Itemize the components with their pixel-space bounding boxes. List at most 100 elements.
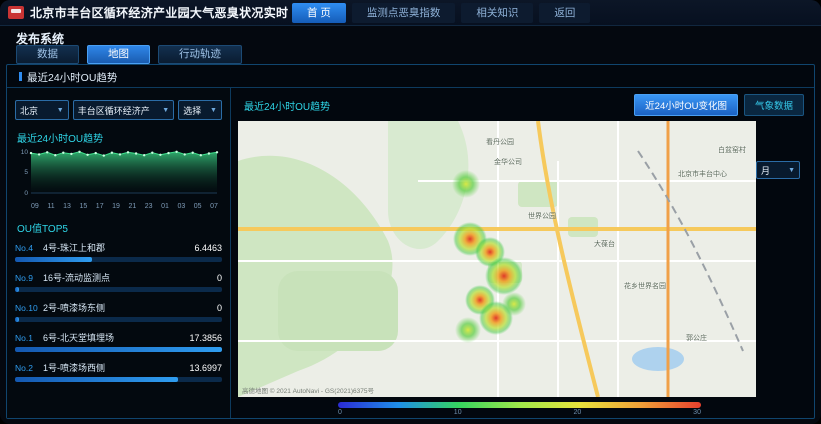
city-select-value: 北京 — [20, 104, 38, 117]
map-label: 金华公司 — [494, 157, 522, 167]
ou-trend-chart-x-labels: 09 11 13 15 17 19 21 23 01 03 05 07 — [15, 203, 222, 210]
map[interactable]: 高德地图 © 2021 AutoNavi - GS(2021)6375号 看丹公… — [238, 121, 756, 397]
top5-bar-fill — [15, 347, 222, 352]
top5-value: 17.3856 — [189, 333, 222, 343]
svg-text:5: 5 — [24, 169, 28, 176]
map-section: 最近24小时OU趋势 近24小时OU变化图 气象数据 — [232, 88, 814, 418]
site-select[interactable]: 选择 ▼ — [178, 100, 222, 120]
top5-bar-fill — [15, 377, 178, 382]
top5-value: 6.4463 — [194, 243, 222, 253]
main-nav: 首 页监测点恶臭指数相关知识返回 — [292, 3, 590, 23]
chevron-down-icon: ▼ — [210, 107, 217, 114]
x-tick: 13 — [63, 203, 71, 210]
panel-title: 最近24小时OU趋势 — [19, 70, 117, 85]
park-select[interactable]: 丰台区循环经济产 ▼ — [73, 100, 174, 120]
main-panel: 最近24小时OU趋势 北京 ▼ 丰台区循环经济产 ▼ 选择 ▼ 最近24小时OU… — [6, 64, 815, 419]
filter-bar: 北京 ▼ 丰台区循环经济产 ▼ 选择 ▼ — [15, 100, 222, 120]
top5-value: 0 — [217, 303, 222, 313]
top5-rank: No.10 — [15, 303, 43, 313]
nav-item-station-odor-index[interactable]: 监测点恶臭指数 — [352, 3, 456, 23]
panel-header: 最近24小时OU趋势 — [7, 65, 814, 88]
map-label: 看丹公园 — [486, 137, 514, 147]
top5-name: 1号-喷漆场西侧 — [43, 361, 185, 374]
top5-value: 13.6997 — [189, 363, 222, 373]
top5-row: No.16号-北天堂填埋场 17.3856 — [15, 331, 222, 352]
heat-legend: 0 10 20 30 — [338, 402, 701, 416]
map-label: 大葆台 — [594, 239, 615, 249]
map-section-buttons: 近24小时OU变化图 气象数据 — [634, 94, 804, 116]
ou-trend-chart: 10 5 0 — [15, 147, 222, 203]
svg-text:10: 10 — [21, 149, 29, 156]
period-select-value: 月 — [761, 164, 770, 177]
map-label: 北京市丰台中心 — [678, 169, 727, 179]
weather-data-button[interactable]: 气象数据 — [744, 94, 804, 116]
ou-trend-chart-title: 最近24小时OU趋势 — [17, 130, 222, 145]
top5-row: No.102号-喷漆场东侧 0 — [15, 301, 222, 322]
top5-name: 6号-北天堂填埋场 — [43, 331, 185, 344]
site-select-value: 选择 — [183, 104, 201, 117]
chevron-down-icon: ▼ — [788, 167, 795, 174]
top5-rank: No.1 — [15, 333, 43, 343]
nav-item-knowledge[interactable]: 相关知识 — [461, 3, 533, 23]
ou-change-chart-button[interactable]: 近24小时OU变化图 — [634, 94, 738, 116]
top5-name: 4号-珠江上和郡 — [43, 241, 190, 254]
top5-bar-fill — [15, 287, 19, 292]
svg-text:0: 0 — [24, 190, 28, 197]
tab-track[interactable]: 行动轨迹 — [158, 45, 242, 64]
chevron-down-icon: ▼ — [57, 107, 64, 114]
legend-tick: 30 — [693, 409, 701, 416]
x-tick: 23 — [145, 203, 153, 210]
top5-title: OU值TOP5 — [17, 220, 222, 235]
legend-bar — [338, 402, 701, 408]
legend-tick: 0 — [338, 409, 342, 416]
top5-row: No.916号-流动监测点 0 — [15, 271, 222, 292]
map-section-title: 最近24小时OU趋势 — [244, 98, 330, 113]
x-tick: 03 — [177, 203, 185, 210]
top5-rank: No.9 — [15, 273, 43, 283]
x-tick: 17 — [96, 203, 104, 210]
map-label: 世界公园 — [528, 211, 556, 221]
top5-row: No.21号-喷漆场西侧 13.6997 — [15, 361, 222, 382]
top5-name: 2号-喷漆场东侧 — [43, 301, 213, 314]
nav-item-home[interactable]: 首 页 — [292, 3, 346, 23]
x-tick: 01 — [161, 203, 169, 210]
map-label: 白盆窑村 — [718, 145, 746, 155]
top5-rank: No.4 — [15, 243, 43, 253]
top5-bar-track — [15, 257, 222, 262]
x-tick: 21 — [128, 203, 136, 210]
legend-tick: 20 — [573, 409, 581, 416]
left-sidebar: 北京 ▼ 丰台区循环经济产 ▼ 选择 ▼ 最近24小时OU趋势 10 5 0 09 1… — [7, 88, 231, 418]
x-tick: 09 — [31, 203, 39, 210]
legend-tick: 10 — [454, 409, 462, 416]
app-title: 北京市丰台区循环经济产业园大气恶臭状况实时 — [30, 4, 288, 21]
top5-bar-track — [15, 317, 222, 322]
x-tick: 07 — [210, 203, 218, 210]
top5-bar-fill — [15, 317, 19, 322]
map-label: 花乡世界名园 — [624, 281, 666, 291]
top5-rank: No.2 — [15, 363, 43, 373]
city-select[interactable]: 北京 ▼ — [15, 100, 69, 120]
sub-tabs: 数据地图行动轨迹 — [16, 45, 242, 64]
legend-ticks: 0 10 20 30 — [338, 409, 701, 416]
x-tick: 05 — [194, 203, 202, 210]
top5-bar-track — [15, 377, 222, 382]
top5-bar-track — [15, 287, 222, 292]
map-attribution: 高德地图 © 2021 AutoNavi - GS(2021)6375号 — [242, 385, 374, 395]
period-select[interactable]: 月 ▼ — [756, 161, 800, 179]
top-header: 北京市丰台区循环经济产业园大气恶臭状况实时 首 页监测点恶臭指数相关知识返回 — [0, 0, 821, 26]
x-tick: 11 — [47, 203, 54, 210]
top5-row: No.44号-珠江上和郡 6.4463 — [15, 241, 222, 262]
tab-data[interactable]: 数据 — [16, 45, 79, 64]
x-tick: 15 — [79, 203, 87, 210]
map-label: 郭公庄 — [686, 333, 707, 343]
ou-trend-chart-svg: 10 5 0 — [15, 147, 221, 199]
top5-name: 16号-流动监测点 — [43, 271, 213, 284]
chevron-down-icon: ▼ — [162, 107, 169, 114]
x-tick: 19 — [112, 203, 120, 210]
app-logo-icon — [8, 6, 24, 19]
tab-map[interactable]: 地图 — [87, 45, 150, 64]
top5-bar-track — [15, 347, 222, 352]
top5-value: 0 — [217, 273, 222, 283]
nav-item-back[interactable]: 返回 — [539, 3, 590, 23]
top5-bar-fill — [15, 257, 92, 262]
